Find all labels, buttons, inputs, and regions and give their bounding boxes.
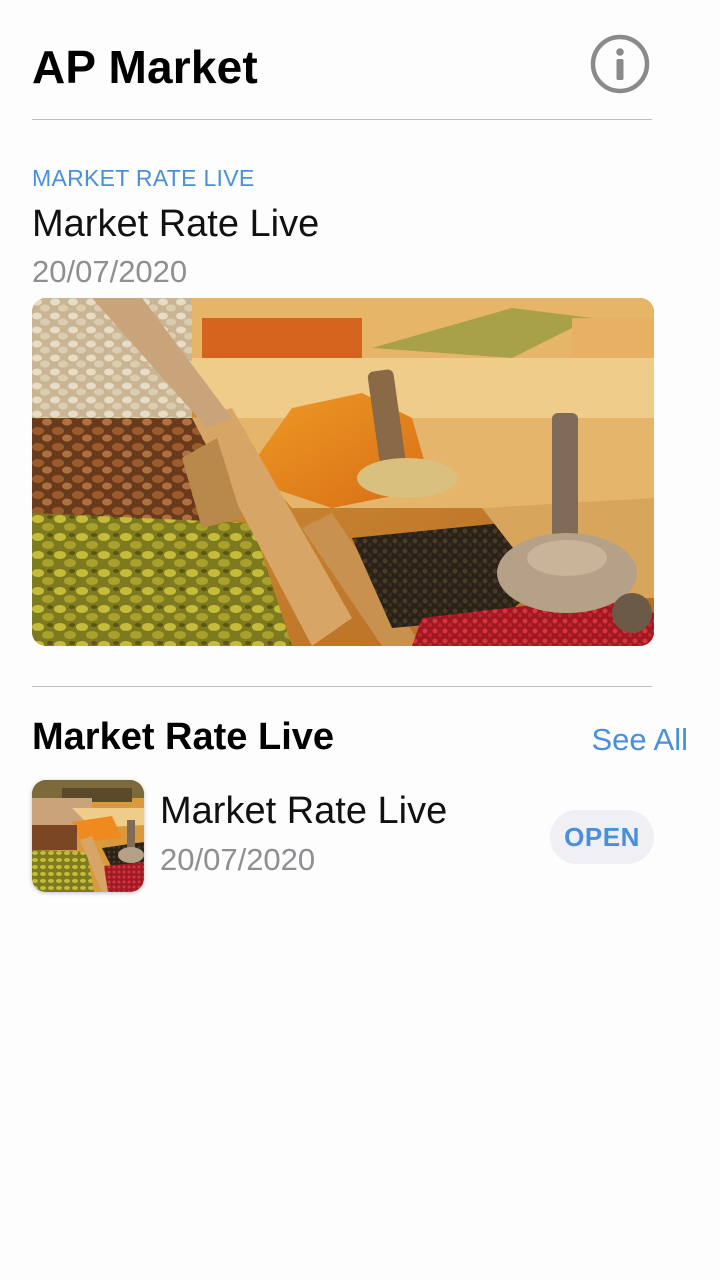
section-header: Market Rate Live See All: [32, 714, 688, 770]
item-title: Market Rate Live: [160, 790, 448, 832]
featured-date: 20/07/2020: [32, 254, 188, 289]
section-divider: [32, 686, 652, 687]
featured-image[interactable]: [32, 298, 654, 646]
app-title: AP Market: [32, 41, 258, 93]
see-all-link[interactable]: See All: [591, 722, 688, 758]
featured-title: Market Rate Live: [32, 203, 320, 245]
list-item[interactable]: Market Rate Live 20/07/2020 OPEN: [32, 780, 654, 896]
info-button[interactable]: [590, 34, 650, 94]
featured-card[interactable]: MARKET RATE LIVE Market Rate Live 20/07/…: [32, 162, 654, 646]
info-circle-icon: [590, 34, 650, 94]
open-button[interactable]: OPEN: [550, 810, 654, 864]
app-screen: AP Market MARKET RATE LIVE Market Rate L…: [0, 0, 720, 1280]
header: AP Market: [32, 30, 652, 100]
section-title: Market Rate Live: [32, 716, 335, 758]
header-divider: [32, 119, 652, 120]
featured-eyebrow: MARKET RATE LIVE: [32, 165, 255, 191]
item-thumbnail: [32, 780, 144, 892]
item-date: 20/07/2020: [160, 842, 316, 877]
